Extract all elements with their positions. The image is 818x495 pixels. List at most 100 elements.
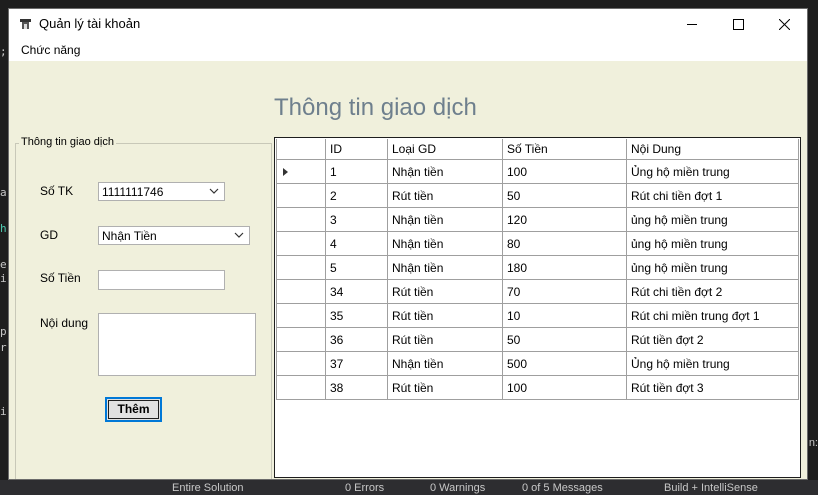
cell-amount[interactable]: 50	[502, 183, 627, 208]
chevron-down-icon	[234, 232, 244, 238]
bg-glyph-right: n:	[808, 437, 818, 449]
row-header-cell[interactable]	[276, 327, 326, 352]
cell-type[interactable]: Nhận tiền	[387, 255, 503, 280]
cell-amount[interactable]: 50	[502, 327, 627, 352]
cell-type[interactable]: Nhận tiền	[387, 159, 503, 184]
amount-label: Số Tiền	[40, 271, 81, 285]
type-combobox[interactable]: Nhận Tiền	[98, 226, 250, 245]
cell-id[interactable]: 2	[325, 183, 388, 208]
row-header-cell[interactable]	[276, 375, 326, 400]
cell-content[interactable]: Rút tiền đợt 2	[626, 327, 799, 352]
cell-id[interactable]: 4	[325, 231, 388, 256]
warnings-filter[interactable]: 0 Warnings	[430, 482, 485, 494]
table-row[interactable]: 2 Rút tiền 50 Rút chi tiền đợt 1	[276, 183, 799, 208]
amount-input[interactable]	[98, 270, 225, 290]
cell-id[interactable]: 36	[325, 327, 388, 352]
messages-filter[interactable]: 0 of 5 Messages	[522, 482, 603, 494]
window-title: Quản lý tài khoản	[39, 16, 141, 31]
cell-content[interactable]: Rút chi tiền đợt 1	[626, 183, 799, 208]
cell-type[interactable]: Rút tiền	[387, 327, 503, 352]
table-row[interactable]: 4 Nhận tiền 80 ủng hộ miền trung	[276, 231, 799, 256]
scope-dropdown[interactable]: Entire Solution	[172, 482, 244, 494]
table-row[interactable]: 35 Rút tiền 10 Rút chi miền trung đợt 1	[276, 303, 799, 328]
cell-content[interactable]: Ủng hộ miền trung	[626, 351, 799, 376]
cell-type[interactable]: Rút tiền	[387, 183, 503, 208]
table-row[interactable]: 34 Rút tiền 70 Rút chi tiền đợt 2	[276, 279, 799, 304]
column-header-content[interactable]: Nội Dung	[626, 139, 799, 160]
row-header-cell[interactable]	[276, 279, 326, 304]
account-combobox[interactable]: 1111111746	[98, 182, 225, 201]
cell-amount[interactable]: 120	[502, 207, 627, 232]
cell-id[interactable]: 3	[325, 207, 388, 232]
app-window: Quản lý tài khoản Chức năng Thông tin gi…	[8, 8, 808, 480]
table-row[interactable]: 5 Nhận tiền 180 ủng hộ miền trung	[276, 255, 799, 280]
transaction-groupbox: Thông tin giao dịch Số TK 1111111746 GD …	[15, 136, 272, 479]
account-combobox-value: 1111111746	[102, 185, 164, 199]
content-label: Nội dung	[40, 316, 89, 330]
maximize-button[interactable]	[715, 9, 761, 39]
cell-type[interactable]: Rút tiền	[387, 375, 503, 400]
cell-type[interactable]: Rút tiền	[387, 303, 503, 328]
cell-id[interactable]: 35	[325, 303, 388, 328]
cell-type[interactable]: Nhận tiền	[387, 351, 503, 376]
cell-amount[interactable]: 70	[502, 279, 627, 304]
row-header-cell[interactable]	[276, 303, 326, 328]
table-row[interactable]: 3 Nhận tiền 120 ủng hộ miền trung	[276, 207, 799, 232]
column-header-amount[interactable]: Số Tiền	[502, 139, 627, 160]
cell-amount[interactable]: 180	[502, 255, 627, 280]
cell-content[interactable]: Rút chi tiền đợt 2	[626, 279, 799, 304]
bg-glyph: e	[0, 258, 7, 271]
cell-type[interactable]: Nhận tiền	[387, 207, 503, 232]
errors-filter[interactable]: 0 Errors	[345, 482, 384, 494]
type-combobox-value: Nhận Tiền	[102, 229, 157, 243]
grid-corner-cell[interactable]	[276, 139, 326, 160]
content-textarea[interactable]	[98, 313, 256, 376]
build-filter-dropdown[interactable]: Build + IntelliSense	[664, 482, 758, 494]
cell-amount[interactable]: 80	[502, 231, 627, 256]
cell-id[interactable]: 38	[325, 375, 388, 400]
grid-header-row: ID Loại GD Số Tiền Nội Dung	[276, 139, 799, 160]
cell-amount[interactable]: 100	[502, 159, 627, 184]
menu-bar: Chức năng	[9, 39, 807, 61]
cell-content[interactable]: ủng hộ miền trung	[626, 255, 799, 280]
table-row[interactable]: 37 Nhận tiền 500 Ủng hộ miền trung	[276, 351, 799, 376]
column-header-type[interactable]: Loại GD	[387, 139, 503, 160]
add-button[interactable]: Thêm	[105, 397, 162, 422]
cell-amount[interactable]: 10	[502, 303, 627, 328]
table-row[interactable]: 38 Rút tiền 100 Rút tiền đợt 3	[276, 375, 799, 400]
cell-content[interactable]: ủng hộ miền trung	[626, 207, 799, 232]
transactions-grid[interactable]: ID Loại GD Số Tiền Nội Dung 1 Nhận tiền 10…	[274, 137, 801, 478]
row-header-cell[interactable]	[276, 183, 326, 208]
row-header-cell[interactable]	[276, 207, 326, 232]
table-row[interactable]: 1 Nhận tiền 100 Ủng hộ miền trung	[276, 159, 799, 184]
ide-status-bar: Entire Solution 0 Errors 0 Warnings 0 of…	[0, 480, 818, 495]
column-header-id[interactable]: ID	[325, 139, 388, 160]
bg-glyph: i	[0, 405, 7, 418]
cell-content[interactable]: ủng hộ miền trung	[626, 231, 799, 256]
bg-glyph: h	[0, 222, 7, 235]
row-header-cell[interactable]	[276, 159, 326, 184]
cell-id[interactable]: 1	[325, 159, 388, 184]
row-header-cell[interactable]	[276, 231, 326, 256]
cell-amount[interactable]: 500	[502, 351, 627, 376]
close-button[interactable]	[761, 9, 807, 39]
menu-chuc-nang[interactable]: Chức năng	[21, 43, 80, 57]
cell-content[interactable]: Rút tiền đợt 3	[626, 375, 799, 400]
cell-type[interactable]: Rút tiền	[387, 279, 503, 304]
minimize-button[interactable]	[669, 9, 715, 39]
cell-id[interactable]: 37	[325, 351, 388, 376]
bg-glyph: i	[0, 272, 7, 285]
cell-id[interactable]: 5	[325, 255, 388, 280]
cell-amount[interactable]: 100	[502, 375, 627, 400]
cell-type[interactable]: Nhận tiền	[387, 231, 503, 256]
title-bar[interactable]: Quản lý tài khoản	[9, 9, 807, 39]
current-row-arrow-icon	[283, 168, 288, 176]
bg-glyph: a	[0, 186, 7, 199]
bg-glyph: r	[0, 341, 7, 354]
cell-id[interactable]: 34	[325, 279, 388, 304]
table-row[interactable]: 36 Rút tiền 50 Rút tiền đợt 2	[276, 327, 799, 352]
row-header-cell[interactable]	[276, 255, 326, 280]
row-header-cell[interactable]	[276, 351, 326, 376]
cell-content[interactable]: Rút chi miền trung đợt 1	[626, 303, 799, 328]
cell-content[interactable]: Ủng hộ miền trung	[626, 159, 799, 184]
